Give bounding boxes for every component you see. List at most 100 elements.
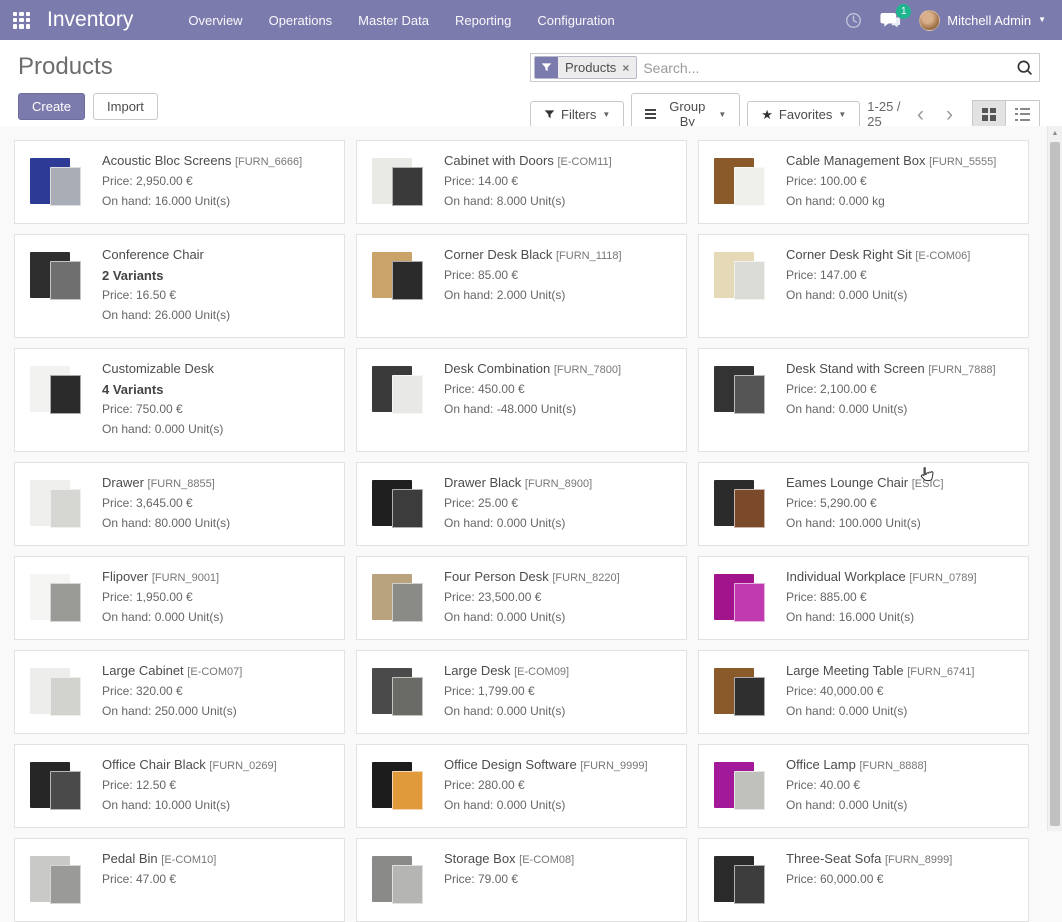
product-name[interactable]: Cable Management Box (786, 153, 929, 168)
product-on-hand: On hand: 80.000 Unit(s) (102, 516, 230, 530)
filters-button[interactable]: Filters ▼ (530, 101, 624, 128)
product-card[interactable]: Corner Desk Black [FURN_1118] Price: 85.… (356, 234, 687, 338)
product-name[interactable]: Desk Combination (444, 361, 554, 376)
search-icon[interactable] (1016, 59, 1033, 76)
product-name[interactable]: Three-Seat Sofa (786, 851, 885, 866)
product-price: Price: 16.50 € (102, 288, 230, 302)
scrollbar-thumb[interactable] (1050, 142, 1060, 826)
product-name[interactable]: Eames Lounge Chair (786, 475, 912, 490)
pager-prev-button[interactable]: ‹ (906, 104, 935, 125)
product-card[interactable]: Conference Chair 2 Variants Price: 16.50… (14, 234, 345, 338)
nav-item-operations[interactable]: Operations (256, 0, 346, 40)
product-variants: 4 Variants (102, 382, 223, 397)
product-name[interactable]: Drawer (102, 475, 148, 490)
search-input[interactable] (643, 60, 1016, 76)
product-image (25, 566, 89, 630)
product-card[interactable]: Large Meeting Table [FURN_6741] Price: 4… (698, 650, 1029, 734)
product-name[interactable]: Acoustic Bloc Screens (102, 153, 235, 168)
product-card[interactable]: Eames Lounge Chair [ESIC] Price: 5,290.0… (698, 462, 1029, 546)
product-name[interactable]: Drawer Black (444, 475, 525, 490)
activities-clock-icon[interactable] (845, 12, 862, 29)
search-facet[interactable]: Products × (534, 56, 637, 79)
product-card[interactable]: Office Design Software [FURN_9999] Price… (356, 744, 687, 828)
product-card[interactable]: Drawer [FURN_8855] Price: 3,645.00 € On … (14, 462, 345, 546)
product-name[interactable]: Office Design Software (444, 757, 580, 772)
product-code: [FURN_8220] (552, 572, 619, 584)
nav-item-master-data[interactable]: Master Data (345, 0, 442, 40)
product-name[interactable]: Storage Box (444, 851, 519, 866)
product-card[interactable]: Four Person Desk [FURN_8220] Price: 23,5… (356, 556, 687, 640)
product-name[interactable]: Large Cabinet (102, 663, 187, 678)
app-title[interactable]: Inventory (47, 8, 133, 32)
product-code: [FURN_9999] (580, 760, 647, 772)
nav-item-configuration[interactable]: Configuration (524, 0, 627, 40)
facet-label: Products (565, 60, 616, 75)
product-card[interactable]: Corner Desk Right Sit [E-COM06] Price: 1… (698, 234, 1029, 338)
product-name[interactable]: Large Desk (444, 663, 514, 678)
nav-item-reporting[interactable]: Reporting (442, 0, 524, 40)
product-code: [E-COM06] (915, 250, 970, 262)
product-on-hand: On hand: 0.000 Unit(s) (786, 402, 996, 416)
product-on-hand: On hand: 0.000 Unit(s) (786, 798, 927, 812)
kanban-view-button[interactable] (972, 100, 1006, 129)
create-button[interactable]: Create (18, 93, 85, 120)
vertical-scrollbar[interactable]: ▲ (1047, 126, 1062, 831)
product-name[interactable]: Customizable Desk (102, 361, 214, 376)
product-card[interactable]: Individual Workplace [FURN_0789] Price: … (698, 556, 1029, 640)
product-name[interactable]: Pedal Bin (102, 851, 161, 866)
product-card[interactable]: Drawer Black [FURN_8900] Price: 25.00 € … (356, 462, 687, 546)
scrollbar-up-arrow[interactable]: ▲ (1048, 126, 1062, 140)
product-code: [E-COM10] (161, 854, 216, 866)
product-name[interactable]: Flipover (102, 569, 152, 584)
product-price: Price: 60,000.00 € (786, 872, 952, 886)
product-name[interactable]: Office Lamp (786, 757, 859, 772)
filters-funnel-icon (544, 109, 555, 120)
kanban-icon (982, 108, 996, 121)
product-card[interactable]: Office Chair Black [FURN_0269] Price: 12… (14, 744, 345, 828)
product-card[interactable]: Acoustic Bloc Screens [FURN_6666] Price:… (14, 140, 345, 224)
product-on-hand: On hand: 26.000 Unit(s) (102, 308, 230, 322)
product-image (25, 754, 89, 818)
import-button[interactable]: Import (93, 93, 158, 120)
message-count-badge: 1 (896, 4, 911, 19)
search-box[interactable]: Products × (530, 53, 1040, 82)
product-card[interactable]: Three-Seat Sofa [FURN_8999] Price: 60,00… (698, 838, 1029, 922)
product-on-hand: On hand: -48.000 Unit(s) (444, 402, 621, 416)
product-card[interactable]: Storage Box [E-COM08] Price: 79.00 € (356, 838, 687, 922)
product-name[interactable]: Cabinet with Doors (444, 153, 557, 168)
product-on-hand: On hand: 16.000 Unit(s) (786, 610, 977, 624)
apps-menu-icon[interactable] (13, 12, 30, 29)
product-name[interactable]: Individual Workplace (786, 569, 909, 584)
product-card[interactable]: Large Cabinet [E-COM07] Price: 320.00 € … (14, 650, 345, 734)
product-price: Price: 2,100.00 € (786, 382, 996, 396)
product-card[interactable]: Office Lamp [FURN_8888] Price: 40.00 € O… (698, 744, 1029, 828)
product-card[interactable]: Cable Management Box [FURN_5555] Price: … (698, 140, 1029, 224)
product-name[interactable]: Large Meeting Table (786, 663, 907, 678)
facet-remove-icon[interactable]: × (622, 61, 629, 75)
product-name[interactable]: Four Person Desk (444, 569, 552, 584)
product-card[interactable]: Customizable Desk 4 Variants Price: 750.… (14, 348, 345, 452)
product-card[interactable]: Desk Stand with Screen [FURN_7888] Price… (698, 348, 1029, 452)
list-view-button[interactable] (1006, 100, 1040, 129)
product-name[interactable]: Office Chair Black (102, 757, 209, 772)
messages-icon[interactable]: 1 (880, 11, 901, 29)
product-name[interactable]: Conference Chair (102, 247, 204, 262)
product-name[interactable]: Corner Desk Right Sit (786, 247, 915, 262)
product-name[interactable]: Desk Stand with Screen (786, 361, 928, 376)
product-card[interactable]: Flipover [FURN_9001] Price: 1,950.00 € O… (14, 556, 345, 640)
nav-item-overview[interactable]: Overview (175, 0, 255, 40)
product-card[interactable]: Desk Combination [FURN_7800] Price: 450.… (356, 348, 687, 452)
product-card[interactable]: Pedal Bin [E-COM10] Price: 47.00 € (14, 838, 345, 922)
product-image (709, 566, 773, 630)
product-price: Price: 2,950.00 € (102, 174, 302, 188)
product-code: [ESIC] (912, 478, 944, 490)
product-name[interactable]: Corner Desk Black (444, 247, 556, 262)
pager-next-button[interactable]: › (935, 104, 964, 125)
product-image (367, 566, 431, 630)
star-icon: ★ (761, 108, 773, 121)
product-card[interactable]: Cabinet with Doors [E-COM11] Price: 14.0… (356, 140, 687, 224)
product-price: Price: 320.00 € (102, 684, 242, 698)
product-card[interactable]: Large Desk [E-COM09] Price: 1,799.00 € O… (356, 650, 687, 734)
user-menu[interactable]: Mitchell Admin ▼ (919, 10, 1046, 31)
favorites-button[interactable]: ★ Favorites ▼ (747, 101, 860, 128)
